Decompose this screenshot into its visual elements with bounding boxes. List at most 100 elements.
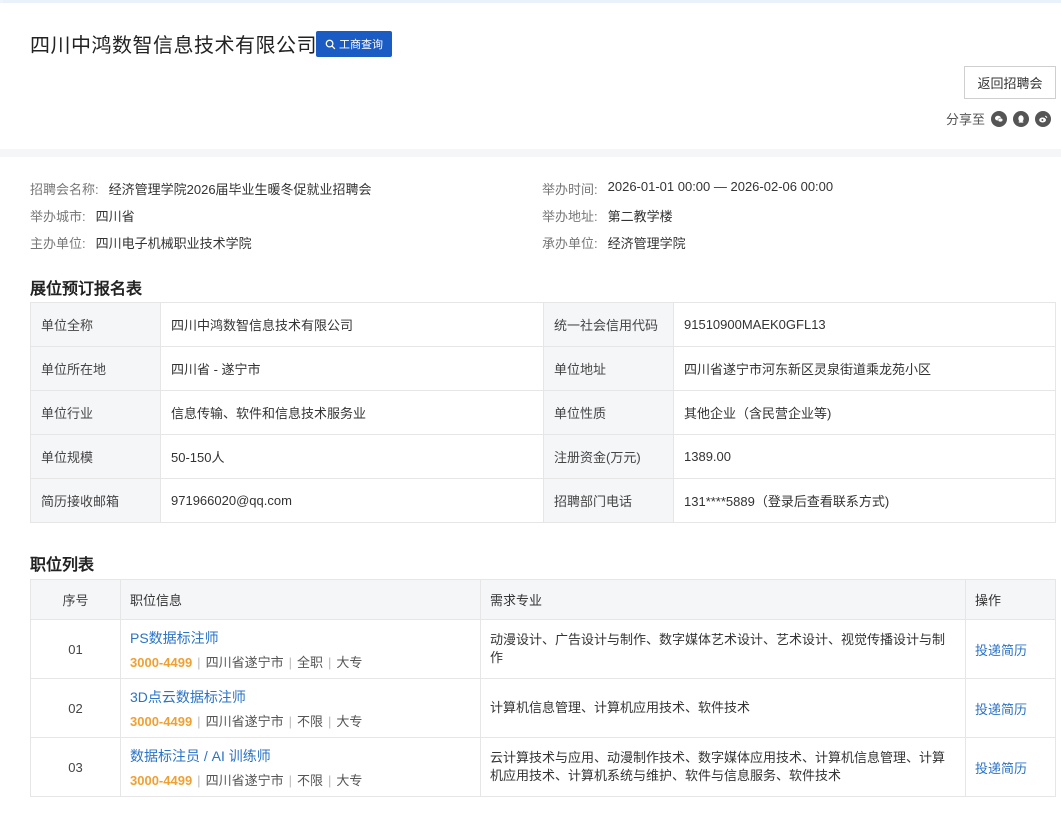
job-location: 四川省遂宁市 [205,772,284,788]
position-major: 动漫设计、广告设计与制作、数字媒体艺术设计、艺术设计、视觉传播设计与制作 [480,619,966,679]
positions-section-title: 职位列表 [30,557,95,574]
fair-time-row: 举办时间: 2026-01-01 00:00 — 2026-02-06 00:0… [542,179,833,198]
section-divider [0,149,1061,157]
fair-time-label: 举办时间: [542,182,598,197]
position-no: 01 [30,619,121,679]
position-op: 投递简历 [965,619,1056,679]
position-info: PS数据标注师 3000-4499 | 四川省遂宁市 | 全职 | 大专 [120,619,481,679]
booking-label: 简历接收邮箱 [30,478,161,523]
booking-value: 四川省遂宁市河东新区灵泉街道乘龙苑小区 [673,346,1056,391]
booking-label: 单位规模 [30,434,161,479]
header-info: 职位信息 [120,579,481,620]
company-header: 四川中鸿数智信息技术有限公司 工商查询 返回招聘会 分享至 [0,3,1061,149]
booking-label: 单位行业 [30,390,161,435]
job-salary: 3000-4499 [130,713,193,729]
booking-label: 注册资金(万元) [543,434,674,479]
booking-label: 单位全称 [30,302,161,347]
booking-row: 单位行业 信息传输、软件和信息技术服务业 单位性质 其他企业（含民营企业等) [30,390,1056,435]
position-major: 云计算技术与应用、动漫制作技术、数字媒体应用技术、计算机信息管理、计算机应用技术… [480,737,966,797]
fair-address: 第二教学楼 [607,209,673,224]
fair-name-label: 招聘会名称: [30,182,99,197]
job-location: 四川省遂宁市 [205,654,284,670]
position-info: 数据标注员 / AI 训练师 3000-4499 | 四川省遂宁市 | 不限 | 大专 [120,737,481,797]
booking-row: 简历接收邮箱 971966020@qq.com 招聘部门电话 131****58… [30,478,1056,523]
fair-address-row: 举办地址: 第二教学楼 [542,206,673,225]
booking-label: 招聘部门电话 [543,478,674,523]
booking-label: 统一社会信用代码 [543,302,674,347]
booking-value: 信息传输、软件和信息技术服务业 [160,390,544,435]
fair-city-label: 举办城市: [30,209,86,224]
booking-value: 131****5889（登录后查看联系方式) [673,478,1056,523]
booking-row: 单位规模 50-150人 注册资金(万元) 1389.00 [30,434,1056,479]
qq-icon[interactable] [1013,110,1030,127]
fair-host: 四川电子机械职业技术学院 [95,236,252,251]
header-op: 操作 [965,579,1056,620]
fair-city-row: 举办城市: 四川省 [30,206,135,225]
job-education: 大专 [336,713,363,729]
job-education: 大专 [336,654,363,670]
job-type: 不限 [296,713,323,729]
booking-value: 其他企业（含民营企业等) [673,390,1056,435]
position-op: 投递简历 [965,678,1056,738]
company-title: 四川中鸿数智信息技术有限公司 [30,35,317,57]
apply-resume-link[interactable]: 投递简历 [975,702,1027,717]
table-row: 03 数据标注员 / AI 训练师 3000-4499 | 四川省遂宁市 | 不限 | 大专… [30,737,1056,797]
booking-row: 单位所在地 四川省 - 遂宁市 单位地址 四川省遂宁市河东新区灵泉街道乘龙苑小区 [30,346,1056,391]
booking-section-title: 展位预订报名表 [30,281,143,298]
search-icon [325,39,336,49]
booking-label: 单位性质 [543,390,674,435]
positions-table: 序号 职位信息 需求专业 操作 01 PS数据标注师 3000-4499 | 四川省… [30,579,1056,797]
booking-value: 四川中鸿数智信息技术有限公司 [160,302,544,347]
booking-value: 四川省 - 遂宁市 [160,346,544,391]
job-meta: 3000-4499 | 四川省遂宁市 | 全职 | 大专 [130,654,363,670]
fair-name: 经济管理学院2026届毕业生暖冬促就业招聘会 [108,182,372,197]
share-bar: 分享至 [946,109,1052,128]
positions-header-row: 序号 职位信息 需求专业 操作 [30,579,1056,620]
job-title-link[interactable]: 数据标注员 / AI 训练师 [130,746,471,766]
apply-resume-link[interactable]: 投递简历 [975,643,1027,658]
table-row: 01 PS数据标注师 3000-4499 | 四川省遂宁市 | 全职 | 大专 动漫设计、广… [30,619,1056,679]
booking-value: 91510900MAEK0GFL13 [673,302,1056,347]
fair-organizer-label: 承办单位: [542,236,598,251]
header-no: 序号 [30,579,121,620]
job-title-link[interactable]: 3D点云数据标注师 [130,687,471,707]
business-lookup-label: 工商查询 [339,39,383,51]
fair-host-label: 主办单位: [30,236,86,251]
fair-organizer: 经济管理学院 [607,236,686,251]
booking-table: 单位全称 四川中鸿数智信息技术有限公司 统一社会信用代码 91510900MAE… [30,302,1056,523]
job-education: 大专 [336,772,363,788]
position-no: 03 [30,737,121,797]
job-title-link[interactable]: PS数据标注师 [130,628,471,648]
fair-address-label: 举办地址: [542,209,598,224]
booking-value: 971966020@qq.com [160,478,544,523]
job-type: 不限 [296,772,323,788]
fair-time: 2026-01-01 00:00 — 2026-02-06 00:00 [607,179,834,194]
booking-value: 50-150人 [160,434,544,479]
booking-value: 1389.00 [673,434,1056,479]
job-type: 全职 [296,654,323,670]
position-op: 投递简历 [965,737,1056,797]
booking-label: 单位地址 [543,346,674,391]
share-label: 分享至 [946,112,986,127]
table-row: 02 3D点云数据标注师 3000-4499 | 四川省遂宁市 | 不限 | 大专 计算机信… [30,678,1056,738]
fair-organizer-row: 承办单位: 经济管理学院 [542,233,686,252]
booking-label: 单位所在地 [30,346,161,391]
position-info: 3D点云数据标注师 3000-4499 | 四川省遂宁市 | 不限 | 大专 [120,678,481,738]
fair-name-row: 招聘会名称: 经济管理学院2026届毕业生暖冬促就业招聘会 [30,179,372,198]
fair-host-row: 主办单位: 四川电子机械职业技术学院 [30,233,252,252]
position-no: 02 [30,678,121,738]
position-major: 计算机信息管理、计算机应用技术、软件技术 [480,678,966,738]
wechat-icon[interactable] [991,110,1008,127]
job-salary: 3000-4499 [130,654,193,670]
weibo-icon[interactable] [1035,110,1052,127]
job-location: 四川省遂宁市 [205,713,284,729]
booking-row: 单位全称 四川中鸿数智信息技术有限公司 统一社会信用代码 91510900MAE… [30,302,1056,347]
job-salary: 3000-4499 [130,772,193,788]
header-major: 需求专业 [480,579,966,620]
apply-resume-link[interactable]: 投递简历 [975,761,1027,776]
job-meta: 3000-4499 | 四川省遂宁市 | 不限 | 大专 [130,713,363,729]
job-meta: 3000-4499 | 四川省遂宁市 | 不限 | 大专 [130,772,363,788]
back-to-fair-button[interactable]: 返回招聘会 [964,66,1056,99]
business-lookup-button[interactable]: 工商查询 [316,31,392,57]
fair-city: 四川省 [95,209,135,224]
